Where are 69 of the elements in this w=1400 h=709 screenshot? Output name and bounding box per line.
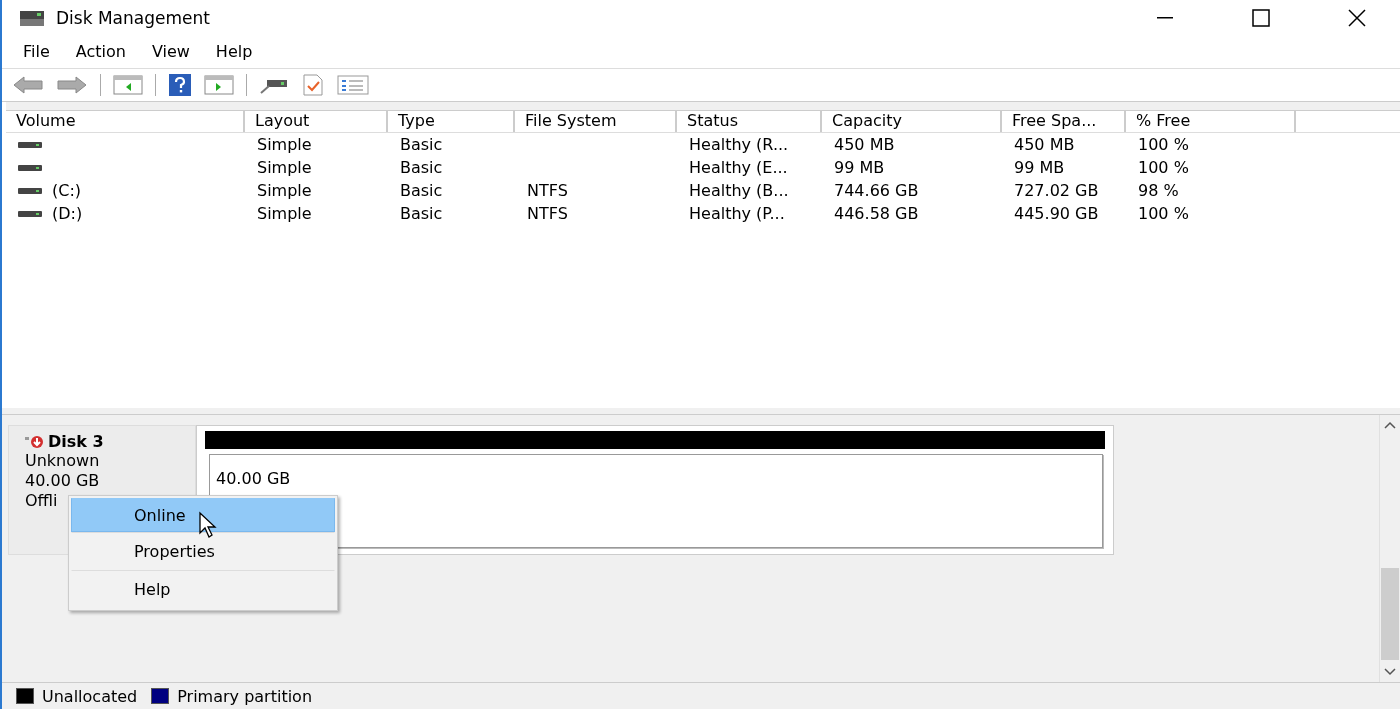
table-cell-text: Simple — [256, 158, 313, 177]
table-cell-text: Healthy (B... — [688, 181, 790, 200]
table-cell-text: 446.58 GB — [833, 204, 920, 223]
scrollbar-thumb[interactable] — [1381, 567, 1399, 660]
maximize-icon — [1252, 8, 1270, 27]
table-cell-text: Simple — [256, 204, 313, 223]
column-header[interactable]: Type — [388, 110, 515, 132]
table-cell-text: Healthy (P... — [688, 204, 786, 223]
legend-label: Unallocated — [42, 686, 138, 706]
column-header[interactable]: Free Spa... — [1002, 110, 1126, 132]
scroll-down-icon[interactable] — [1384, 668, 1396, 676]
minimize-icon — [1157, 16, 1173, 19]
table-cell-text: 99 MB — [1013, 158, 1066, 177]
table-cell-text: Basic — [399, 135, 444, 154]
table-cell-text: 100 % — [1137, 158, 1190, 177]
disk-info: Unknown — [25, 451, 101, 471]
table-cell-text: 99 MB — [833, 158, 886, 177]
panel-icon[interactable] — [204, 74, 234, 96]
close-icon — [1348, 8, 1366, 27]
context-menu-item[interactable]: Help — [71, 570, 335, 608]
table-cell-text: NTFS — [526, 204, 569, 223]
table-cell-text: Simple — [256, 181, 313, 200]
menu-item[interactable]: View — [140, 42, 201, 61]
table-cell-text: 100 % — [1137, 135, 1190, 154]
table-cell-text: 450 MB — [1013, 135, 1076, 154]
menu-item[interactable]: Help — [204, 42, 264, 61]
panel-icon[interactable] — [113, 74, 143, 96]
disk-info: Offli — [25, 491, 59, 511]
drive-icon — [18, 163, 42, 172]
table-cell-text: 100 % — [1137, 204, 1190, 223]
drive-icon — [18, 140, 42, 149]
table-cell-text: Healthy (R... — [688, 135, 790, 154]
drive-icon — [18, 186, 42, 195]
disk-info: 40.00 GB — [25, 471, 101, 491]
context-menu-item[interactable]: Online — [71, 498, 335, 532]
checklist-icon[interactable] — [337, 74, 369, 96]
table-cell-text: Simple — [256, 135, 313, 154]
table-cell-text: 445.90 GB — [1013, 204, 1100, 223]
table-cell-text: 98 % — [1137, 181, 1180, 200]
forward-arrow-icon[interactable] — [56, 75, 88, 95]
offline-disk-icon — [25, 434, 45, 449]
table-cell-text: 450 MB — [833, 135, 896, 154]
legend-label: Primary partition — [177, 686, 313, 706]
table-cell: (C:) — [52, 181, 82, 200]
column-header[interactable]: Status — [677, 110, 822, 132]
column-header[interactable]: % Free — [1126, 110, 1296, 132]
menu-item[interactable]: File — [12, 42, 61, 61]
window-title: Disk Management — [56, 7, 211, 28]
table-cell: (D:) — [52, 204, 83, 223]
partition-size: 40.00 GB — [216, 469, 291, 488]
table-cell-text: Basic — [399, 181, 444, 200]
table-cell-text: NTFS — [526, 181, 569, 200]
table-cell-text: 744.66 GB — [833, 181, 920, 200]
disk-name: Disk 3 — [48, 432, 104, 451]
scrollbar[interactable] — [1379, 415, 1400, 682]
drive-icon — [18, 209, 42, 218]
table-cell-text: Healthy (E... — [688, 158, 789, 177]
table-cell-text: 727.02 GB — [1013, 181, 1100, 200]
table-cell-text: Basic — [399, 204, 444, 223]
column-header[interactable]: File System — [515, 110, 677, 132]
column-header[interactable]: Layout — [245, 110, 388, 132]
scroll-up-icon[interactable] — [1384, 421, 1396, 429]
column-header[interactable]: Volume — [6, 110, 245, 132]
help-icon[interactable] — [168, 73, 192, 97]
checklist-document-icon[interactable] — [301, 73, 325, 97]
column-header[interactable]: Capacity — [822, 110, 1002, 132]
table-cell-text: Basic — [399, 158, 444, 177]
back-arrow-icon[interactable] — [12, 75, 44, 95]
menu-item[interactable]: Action — [64, 42, 137, 61]
